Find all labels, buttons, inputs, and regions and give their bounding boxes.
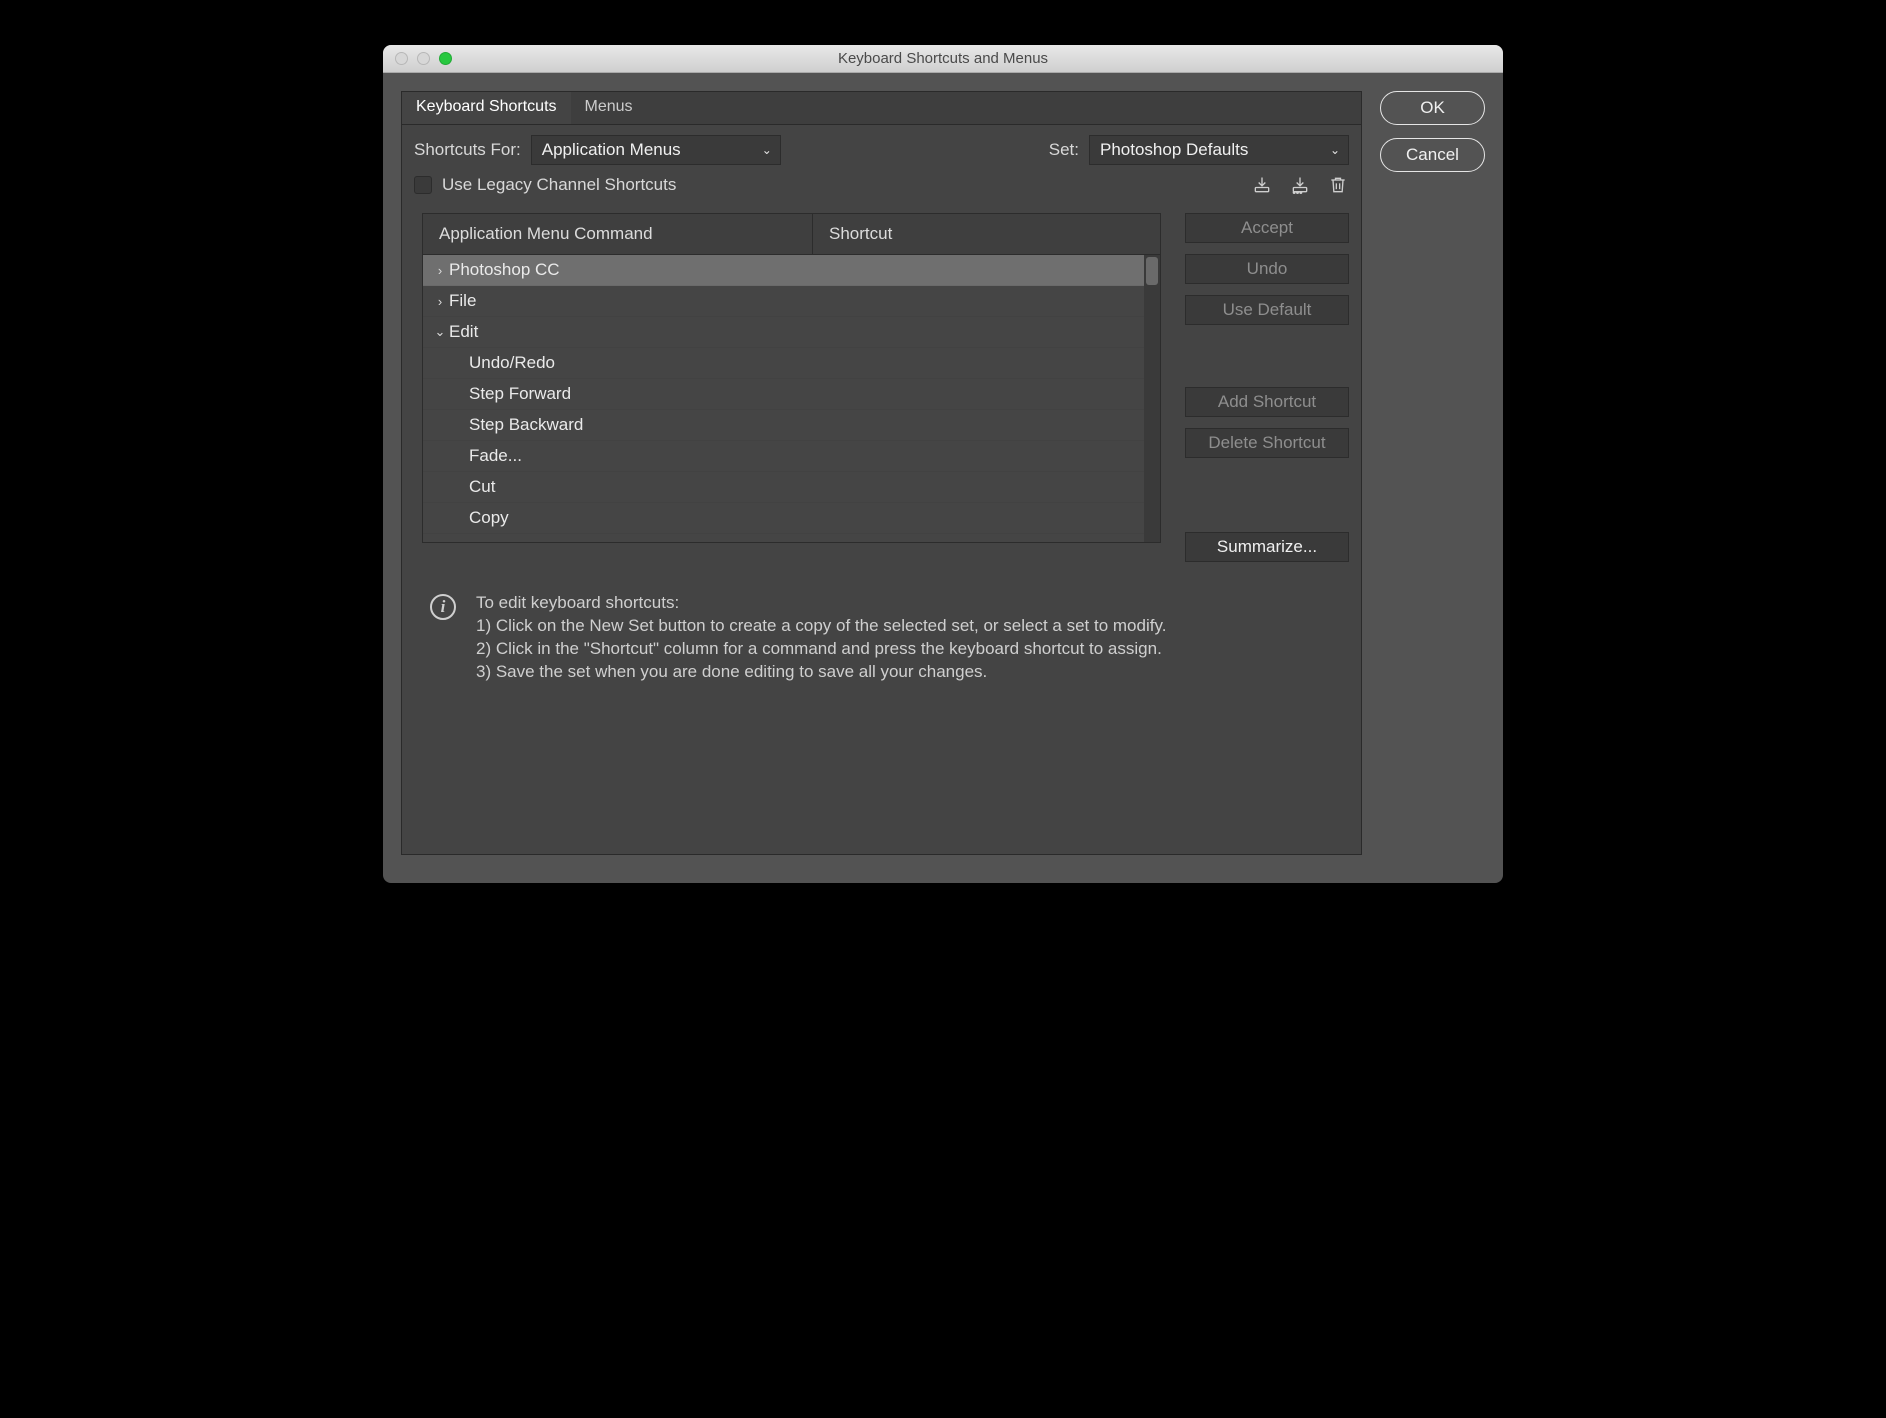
- table-row[interactable]: ›Photoshop CC: [423, 255, 1144, 286]
- table-header: Application Menu Command Shortcut: [422, 213, 1161, 255]
- set-dropdown[interactable]: Photoshop Defaults ⌄: [1089, 135, 1349, 165]
- cancel-button[interactable]: Cancel: [1380, 138, 1485, 172]
- table-row[interactable]: Undo/Redo: [423, 348, 1144, 379]
- delete-shortcut-button[interactable]: Delete Shortcut: [1185, 428, 1349, 458]
- info-line-3: 3) Save the set when you are done editin…: [476, 661, 1166, 684]
- caret-right-icon: ›: [431, 263, 449, 278]
- scrollbar[interactable]: [1144, 255, 1160, 542]
- shortcuts-for-value: Application Menus: [542, 140, 681, 160]
- use-default-button[interactable]: Use Default: [1185, 295, 1349, 325]
- shortcuts-table: Application Menu Command Shortcut ›Photo…: [422, 213, 1161, 552]
- new-set-icon[interactable]: [1289, 175, 1311, 195]
- controls-row: Shortcuts For: Application Menus ⌄ Set: …: [402, 125, 1361, 171]
- action-buttons: Accept Undo Use Default Add Shortcut Del…: [1185, 213, 1349, 562]
- table-row[interactable]: ⌄Edit: [423, 317, 1144, 348]
- shortcuts-for-dropdown[interactable]: Application Menus ⌄: [531, 135, 781, 165]
- tab-keyboard-shortcuts[interactable]: Keyboard Shortcuts: [402, 92, 571, 124]
- table-row[interactable]: Step Forward: [423, 379, 1144, 410]
- window-controls: [395, 52, 452, 65]
- middle-area: Application Menu Command Shortcut ›Photo…: [402, 205, 1361, 562]
- scroll-thumb[interactable]: [1146, 257, 1158, 285]
- caret-right-icon: ›: [431, 294, 449, 309]
- titlebar: Keyboard Shortcuts and Menus: [383, 45, 1503, 73]
- table-row[interactable]: Fade...: [423, 441, 1144, 472]
- info-icon: i: [430, 594, 456, 620]
- table-body: ›Photoshop CC ›File ⌄Edit Undo/Redo Step…: [423, 255, 1144, 542]
- shortcuts-for-label: Shortcuts For:: [414, 140, 521, 160]
- legacy-row: Use Legacy Channel Shortcuts: [402, 171, 1361, 205]
- chevron-down-icon: ⌄: [762, 143, 772, 157]
- set-label: Set:: [1049, 140, 1079, 160]
- undo-button[interactable]: Undo: [1185, 254, 1349, 284]
- chevron-down-icon: ⌄: [1330, 143, 1340, 157]
- legacy-label: Use Legacy Channel Shortcuts: [442, 175, 676, 195]
- col-command: Application Menu Command: [423, 214, 813, 254]
- col-shortcut: Shortcut: [813, 214, 1160, 254]
- table-row[interactable]: Cut: [423, 472, 1144, 503]
- save-set-icon[interactable]: [1251, 175, 1273, 195]
- table-row[interactable]: Copy: [423, 503, 1144, 534]
- dialog-window: Keyboard Shortcuts and Menus Keyboard Sh…: [383, 45, 1503, 883]
- tab-bar: Keyboard Shortcuts Menus: [402, 92, 1361, 125]
- dialog-buttons: OK Cancel: [1380, 91, 1485, 855]
- zoom-window-button[interactable]: [439, 52, 452, 65]
- caret-down-icon: ⌄: [431, 324, 449, 340]
- tab-menus[interactable]: Menus: [571, 92, 647, 124]
- minimize-window-button[interactable]: [417, 52, 430, 65]
- window-title: Keyboard Shortcuts and Menus: [383, 50, 1503, 67]
- info-line-2: 2) Click in the "Shortcut" column for a …: [476, 638, 1166, 661]
- info-line-1: 1) Click on the New Set button to create…: [476, 615, 1166, 638]
- trash-icon[interactable]: [1327, 175, 1349, 195]
- close-window-button[interactable]: [395, 52, 408, 65]
- main-panel: Keyboard Shortcuts Menus Shortcuts For: …: [401, 91, 1362, 855]
- accept-button[interactable]: Accept: [1185, 213, 1349, 243]
- ok-button[interactable]: OK: [1380, 91, 1485, 125]
- info-text: To edit keyboard shortcuts: 1) Click on …: [476, 592, 1166, 684]
- add-shortcut-button[interactable]: Add Shortcut: [1185, 387, 1349, 417]
- set-value: Photoshop Defaults: [1100, 140, 1248, 160]
- legacy-checkbox[interactable]: [414, 176, 432, 194]
- table-body-wrap: ›Photoshop CC ›File ⌄Edit Undo/Redo Step…: [422, 255, 1161, 543]
- table-row[interactable]: Step Backward: [423, 410, 1144, 441]
- dialog-content: Keyboard Shortcuts Menus Shortcuts For: …: [383, 73, 1503, 883]
- set-icon-buttons: [1251, 175, 1349, 195]
- summarize-button[interactable]: Summarize...: [1185, 532, 1349, 562]
- info-heading: To edit keyboard shortcuts:: [476, 592, 1166, 615]
- table-row[interactable]: ›File: [423, 286, 1144, 317]
- info-box: i To edit keyboard shortcuts: 1) Click o…: [402, 562, 1361, 684]
